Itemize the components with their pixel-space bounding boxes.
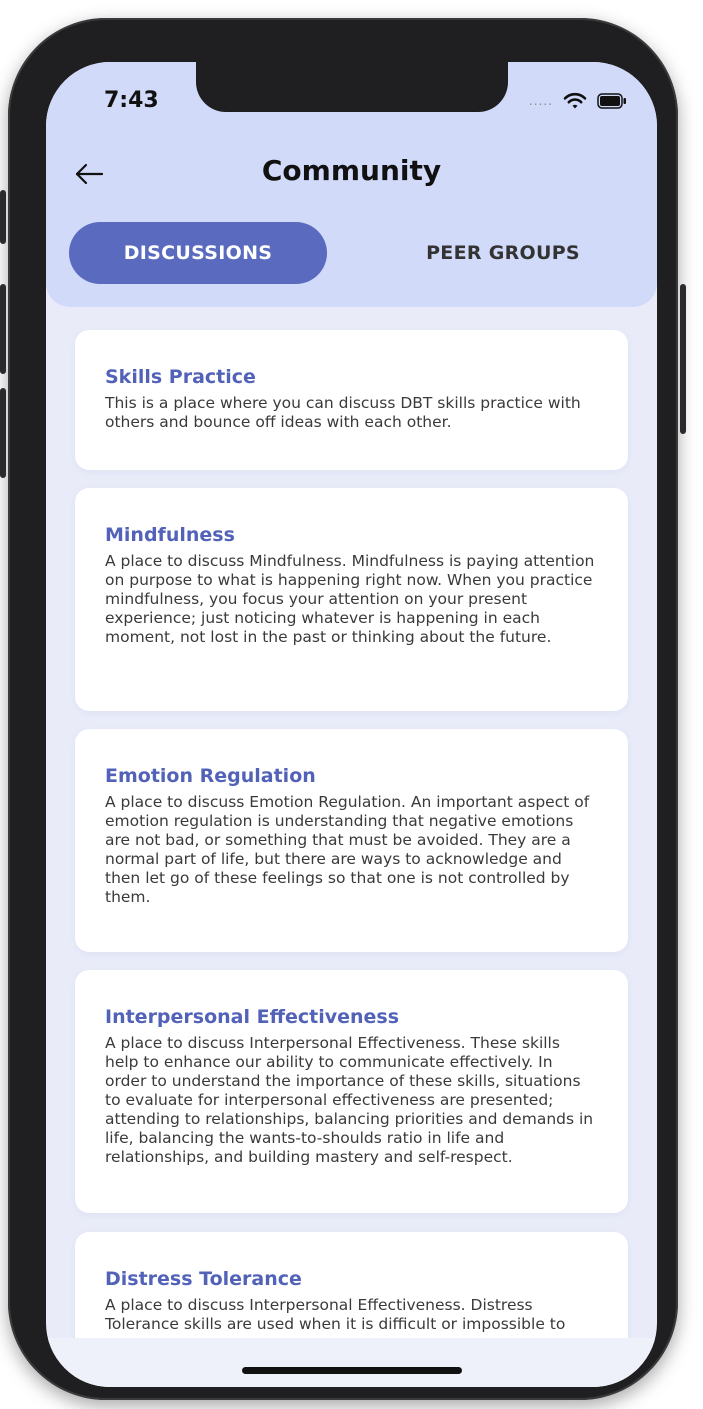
tab-bar: DISCUSSIONS PEER GROUPS — [69, 222, 634, 284]
card-title: Distress Tolerance — [105, 1268, 302, 1290]
silent-switch — [0, 190, 6, 244]
card-title: Emotion Regulation — [105, 765, 316, 787]
card-description: This is a place where you can discuss DB… — [105, 394, 581, 431]
card-description: A place to discuss Interpersonal Effecti… — [105, 1296, 566, 1333]
notch — [196, 62, 508, 112]
tab-peer-groups[interactable]: PEER GROUPS — [374, 222, 632, 284]
volume-down-button — [0, 388, 6, 478]
signal-icon: ..... — [528, 94, 553, 108]
power-button — [680, 284, 686, 434]
screen: 7:43 ..... Community DISCUSSIONS PEER GR… — [46, 62, 657, 1387]
bottom-safe-area — [46, 1338, 657, 1387]
tab-discussions[interactable]: DISCUSSIONS — [69, 222, 327, 284]
card-title: Skills Practice — [105, 366, 256, 388]
wifi-icon — [563, 92, 587, 109]
discussion-card-emotion-regulation[interactable]: Emotion Regulation A place to discuss Em… — [75, 729, 628, 952]
volume-up-button — [0, 284, 6, 374]
card-title: Mindfulness — [105, 524, 235, 546]
card-description: A place to discuss Emotion Regulation. A… — [105, 793, 590, 906]
discussion-card-mindfulness[interactable]: Mindfulness A place to discuss Mindfulne… — [75, 488, 628, 711]
discussion-card-interpersonal-effectiveness[interactable]: Interpersonal Effectiveness A place to d… — [75, 970, 628, 1213]
home-indicator[interactable] — [242, 1367, 462, 1374]
battery-icon — [597, 93, 626, 109]
status-time: 7:43 — [104, 88, 159, 113]
page-title: Community — [261, 154, 442, 187]
card-title: Interpersonal Effectiveness — [105, 1006, 400, 1028]
card-description: A place to discuss Interpersonal Effecti… — [105, 1034, 594, 1166]
status-icons: ..... — [529, 92, 627, 110]
phone-frame: 7:43 ..... Community DISCUSSIONS PEER GR… — [0, 18, 686, 1400]
discussion-card-skills-practice[interactable]: Skills Practice This is a place where yo… — [75, 330, 628, 470]
card-description: A place to discuss Mindfulness. Mindfuln… — [105, 552, 595, 646]
